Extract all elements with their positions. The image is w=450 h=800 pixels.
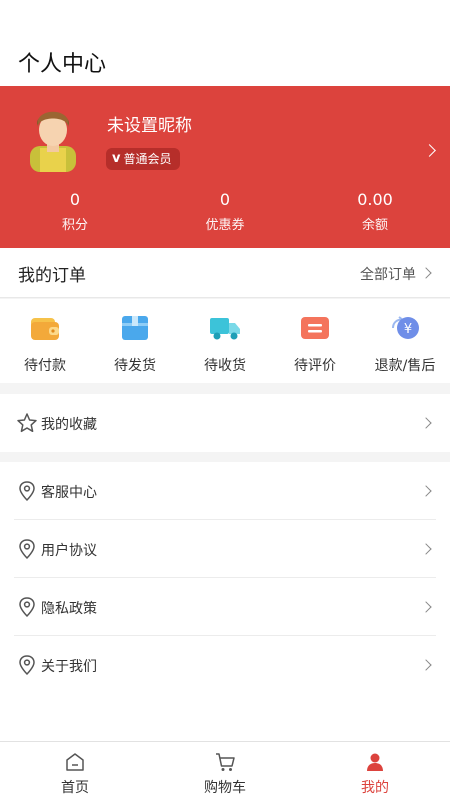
orders-header: 我的订单 全部订单	[0, 248, 450, 298]
chevron-right-icon	[420, 543, 432, 555]
balance-label: 余额	[361, 218, 388, 233]
stats-bar: 0 积分 0 优惠券 0.00 余额	[0, 190, 450, 233]
bottom-spacer	[0, 702, 450, 741]
truck-icon	[210, 318, 240, 340]
coupons-label: 优惠券	[205, 218, 245, 233]
chevron-right-icon	[420, 485, 432, 497]
order-pending-review[interactable]: 待评价	[270, 299, 360, 383]
menu-item-user-agreement[interactable]: 用户协议	[14, 520, 436, 578]
tab-cart-label: 购物车	[204, 780, 246, 796]
order-pending-review-label: 待评价	[294, 358, 336, 374]
refund-icon: ¥	[392, 316, 419, 339]
order-refund-aftersale-label: 退款/售后	[374, 358, 436, 374]
stat-points[interactable]: 0 积分	[0, 190, 150, 233]
nickname: 未设置昵称	[107, 116, 192, 136]
menu-item-customer-service[interactable]: 客服中心	[14, 462, 436, 520]
location-pin-icon	[19, 539, 35, 560]
location-pin-icon	[19, 655, 35, 676]
wallet-icon	[31, 318, 59, 340]
avatar[interactable]	[26, 108, 80, 172]
member-badge: v 普通会员	[106, 148, 180, 170]
tab-bar: 首页 购物车 我的	[0, 741, 450, 800]
tab-home[interactable]: 首页	[0, 742, 150, 800]
menu-item-privacy-policy[interactable]: 隐私政策	[14, 578, 436, 636]
order-pending-receipt-label: 待收货	[204, 358, 246, 374]
chevron-right-icon	[420, 417, 432, 429]
location-pin-icon	[19, 481, 35, 502]
chevron-right-icon[interactable]	[420, 267, 432, 279]
menu-item-label: 隐私政策	[41, 601, 97, 617]
favorites-section: 我的收藏	[0, 394, 450, 452]
points-value: 0	[69, 190, 81, 209]
home-icon	[66, 753, 84, 771]
tab-cart[interactable]: 购物车	[150, 742, 300, 800]
coupons-value: 0	[219, 190, 231, 209]
menu-item-label: 关于我们	[41, 659, 97, 675]
comment-icon	[301, 317, 329, 339]
menu-item-about-us[interactable]: 关于我们	[14, 636, 436, 694]
favorites-row[interactable]: 我的收藏	[14, 394, 436, 452]
profile-card[interactable]: 未设置昵称 v 普通会员 0 积分 0 优惠券 0.00 余额	[0, 86, 450, 248]
location-pin-icon	[19, 597, 35, 618]
chevron-right-icon	[420, 659, 432, 671]
stat-coupons[interactable]: 0 优惠券	[150, 190, 300, 233]
order-refund-aftersale[interactable]: ¥ 退款/售后	[360, 299, 450, 383]
tab-mine[interactable]: 我的	[300, 742, 450, 800]
app: 个人中心 未设置昵称 v 普通会员 0 积分 0 优惠券 0.00 余额 我的订…	[0, 0, 450, 800]
svg-text:¥: ¥	[404, 322, 412, 337]
tab-mine-label: 我的	[361, 780, 389, 796]
order-pending-payment[interactable]: 待付款	[0, 299, 90, 383]
points-label: 积分	[61, 218, 88, 233]
order-status-row: 待付款 待发货 待收货 待评价 ¥ 退款/售后	[0, 299, 450, 383]
tab-home-label: 首页	[61, 780, 89, 796]
v-badge-icon: v	[112, 151, 121, 166]
chevron-right-icon	[420, 601, 432, 613]
order-pending-shipment[interactable]: 待发货	[90, 299, 180, 383]
order-pending-receipt[interactable]: 待收货	[180, 299, 270, 383]
balance-value: 0.00	[357, 190, 393, 209]
orders-title: 我的订单	[18, 266, 86, 286]
title-bar: 个人中心	[0, 0, 450, 86]
order-pending-shipment-label: 待发货	[114, 358, 156, 374]
menu-item-label: 用户协议	[41, 543, 97, 559]
star-icon	[17, 413, 37, 433]
menu-item-label: 客服中心	[41, 485, 97, 501]
user-icon	[367, 753, 383, 771]
stat-balance[interactable]: 0.00 余额	[300, 190, 450, 233]
order-pending-payment-label: 待付款	[24, 358, 66, 374]
cart-icon	[216, 753, 235, 771]
settings-menu: 客服中心 用户协议 隐私政策 关于我们	[0, 462, 450, 702]
member-level: 普通会员	[123, 152, 172, 166]
box-icon	[122, 316, 148, 340]
all-orders-link[interactable]: 全部订单	[360, 264, 416, 284]
chevron-right-icon[interactable]	[423, 144, 436, 157]
page-title: 个人中心	[18, 52, 107, 77]
favorites-label: 我的收藏	[41, 417, 97, 433]
